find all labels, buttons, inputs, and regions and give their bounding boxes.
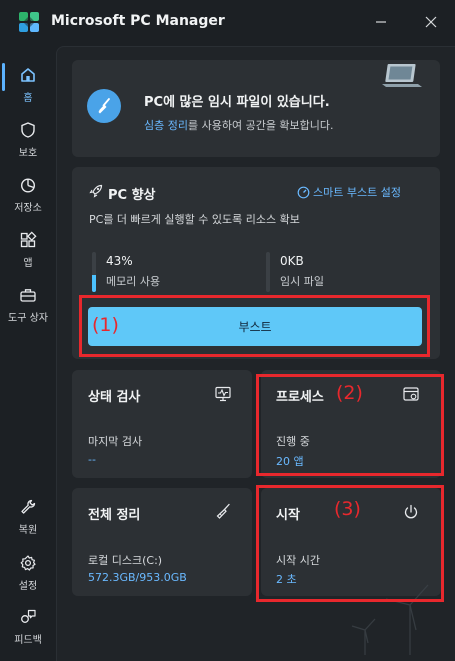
toolbox-icon [20, 289, 36, 302]
boost-description: PC를 더 빠르게 실행할 수 있도록 리소스 확보 [89, 213, 300, 226]
close-button[interactable] [418, 10, 444, 34]
full-cleanup-value: 572.3GB/953.0GB [88, 571, 187, 584]
shield-icon [21, 122, 35, 138]
smart-boost-settings-link[interactable]: 스마트 부스트 설정 [297, 184, 401, 200]
temp-files-label: 임시 파일 [280, 275, 324, 288]
health-check-title: 상태 검사 [88, 390, 141, 405]
temp-files-value: 0KB [280, 254, 304, 268]
sidebar-item-label: 저장소 [14, 203, 42, 214]
apps-grid-icon [20, 231, 37, 248]
banner-subtitle: 심층 정리를 사용하여 공간을 확보합니다. [144, 117, 334, 133]
annotation-label-2: (2) [336, 382, 363, 404]
sidebar-item-label: 도구 상자 [8, 313, 48, 324]
app-logo-icon [19, 12, 39, 32]
sidebar-item-label: 홈 [23, 93, 33, 104]
sidebar-item-toolbox[interactable]: 도구 상자 [0, 282, 56, 328]
storage-pie-icon [20, 178, 36, 193]
laptop-illustration [382, 64, 422, 87]
sidebar-item-label: 보호 [18, 148, 38, 159]
sidebar-item-protection[interactable]: 보호 [0, 117, 56, 163]
sidebar-item-home[interactable]: 홈 [0, 62, 56, 108]
banner-subtitle-text: 를 사용하여 공간을 확보합니다. [187, 119, 334, 132]
gear-icon [20, 555, 36, 571]
smart-boost-label: 스마트 부스트 설정 [313, 186, 401, 199]
broom-icon [87, 89, 121, 123]
full-cleanup-title: 전체 정리 [88, 508, 141, 523]
annotation-label-3: (3) [334, 498, 361, 520]
sidebar-item-restore[interactable]: 복원 [0, 494, 56, 540]
memory-meter-fill [92, 274, 96, 292]
memory-meter [92, 252, 96, 292]
annotation-box-1 [79, 295, 430, 357]
rocket-icon [89, 184, 103, 198]
wrench-icon [21, 499, 36, 514]
close-icon [425, 16, 437, 28]
annotation-label-1: (1) [92, 314, 119, 336]
boost-title: PC 향상 [108, 188, 156, 203]
sidebar-item-feedback[interactable]: 피드백 [0, 604, 56, 650]
title-bar: Microsoft PC Manager [0, 0, 455, 46]
memory-usage-value: 43% [106, 254, 133, 268]
health-check-value: -- [88, 453, 96, 466]
sidebar-item-label: 피드백 [14, 635, 42, 646]
memory-usage-label: 메모리 사용 [106, 275, 161, 288]
sidebar-item-storage[interactable]: 저장소 [0, 172, 56, 218]
minimize-icon [376, 21, 386, 23]
temp-files-meter [266, 252, 270, 292]
health-check-subtitle: 마지막 검사 [88, 435, 143, 448]
home-icon [21, 68, 35, 82]
full-cleanup-subtitle: 로컬 디스크(C:) [88, 554, 163, 567]
app-title: Microsoft PC Manager [51, 13, 225, 29]
sidebar-item-apps[interactable]: 앱 [0, 227, 56, 273]
feedback-icon [21, 609, 36, 623]
deep-clean-link[interactable]: 심층 정리 [144, 119, 188, 132]
health-monitor-icon [215, 386, 231, 402]
sidebar-item-label: 앱 [23, 258, 33, 269]
sidebar-item-label: 복원 [18, 525, 38, 536]
broom-outline-icon [216, 503, 230, 519]
banner-title: PC에 많은 임시 파일이 있습니다. [144, 95, 330, 110]
sidebar-item-label: 설정 [18, 581, 38, 592]
minimize-button[interactable] [368, 10, 394, 34]
sidebar-item-settings[interactable]: 설정 [0, 550, 56, 596]
speedometer-icon [297, 186, 310, 198]
